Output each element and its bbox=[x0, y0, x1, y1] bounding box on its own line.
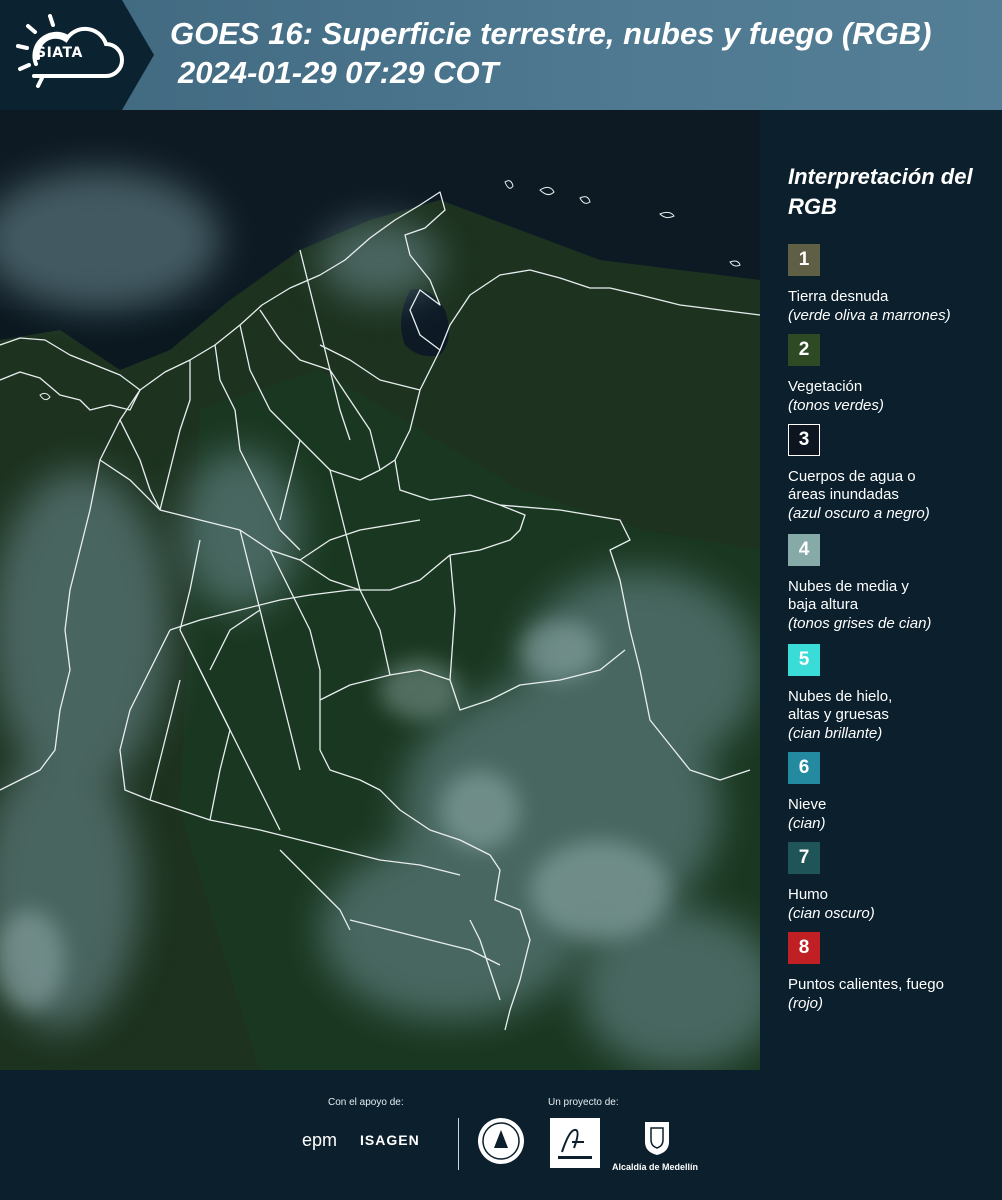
legend-note: (tonos grises de cian) bbox=[788, 615, 932, 632]
legend-item-5: 5 Nubes de hielo, altas y gruesas (cian … bbox=[788, 644, 998, 744]
legend-note: (cian brillante) bbox=[788, 725, 883, 742]
legend-note: (verde oliva a marrones) bbox=[788, 307, 951, 324]
legend-note: (rojo) bbox=[788, 995, 824, 1012]
project-label: Un proyecto de: bbox=[548, 1097, 619, 1108]
footer: Con el apoyo de: Un proyecto de: epm ISA… bbox=[0, 1070, 1002, 1200]
page-timestamp: 2024-01-29 07:29 COT bbox=[178, 55, 499, 90]
legend-label: Cuerpos de agua o áreas inundadas bbox=[788, 468, 916, 503]
legend-label: Tierra desnuda bbox=[788, 288, 889, 305]
alcaldia-emblem-icon bbox=[645, 1122, 669, 1155]
legend-swatch: 3 bbox=[788, 424, 820, 456]
siata-logo-text: SIATA bbox=[36, 45, 83, 61]
legend-label: Nubes de hielo, altas y gruesas bbox=[788, 688, 893, 723]
area-metropolitana-logo-icon bbox=[550, 1118, 600, 1168]
legend-swatch: 8 bbox=[788, 932, 820, 964]
university-seal-icon bbox=[478, 1118, 524, 1164]
legend-item-6: 6 Nieve (cian) bbox=[788, 752, 998, 834]
legend-panel: Interpretación del RGB 1 Tierra desnuda … bbox=[762, 110, 1002, 1070]
header: SIATA GOES 16: Superficie terrestre, nub… bbox=[0, 0, 1002, 110]
legend-note: (azul oscuro a negro) bbox=[788, 505, 930, 522]
legend-note: (tonos verdes) bbox=[788, 397, 884, 414]
legend-swatch: 2 bbox=[788, 334, 820, 366]
legend-label: Puntos calientes, fuego bbox=[788, 976, 944, 993]
legend-swatch: 4 bbox=[788, 534, 820, 566]
legend-item-3: 3 Cuerpos de agua o áreas inundadas (azu… bbox=[788, 424, 998, 524]
satellite-map-image bbox=[0, 110, 760, 1070]
legend-item-8: 8 Puntos calientes, fuego (rojo) bbox=[788, 932, 998, 1014]
legend-swatch: 1 bbox=[788, 244, 820, 276]
legend-note: (cian) bbox=[788, 815, 826, 832]
legend-swatch: 6 bbox=[788, 752, 820, 784]
legend-swatch: 7 bbox=[788, 842, 820, 874]
page-title: GOES 16: Superficie terrestre, nubes y f… bbox=[170, 16, 932, 51]
legend-swatch: 5 bbox=[788, 644, 820, 676]
legend-label: Humo bbox=[788, 886, 829, 903]
legend-title: Interpretación del RGB bbox=[788, 164, 973, 219]
legend-note: (cian oscuro) bbox=[788, 905, 875, 922]
legend-label: Nieve bbox=[788, 796, 827, 813]
isagen-logo: ISAGEN bbox=[360, 1132, 420, 1148]
legend-item-1: 1 Tierra desnuda (verde oliva a marrones… bbox=[788, 244, 998, 326]
satellite-map bbox=[0, 110, 760, 1070]
legend-item-2: 2 Vegetación (tonos verdes) bbox=[788, 334, 998, 416]
alcaldia-label: Alcaldía de Medellín bbox=[612, 1162, 699, 1172]
legend-item-4: 4 Nubes de media y baja altura (tonos gr… bbox=[788, 534, 998, 634]
legend-item-7: 7 Humo (cian oscuro) bbox=[788, 842, 998, 924]
epm-logo: epm bbox=[302, 1130, 338, 1150]
footer-divider bbox=[458, 1118, 459, 1170]
legend-label: Nubes de media y baja altura bbox=[788, 578, 909, 613]
legend-label: Vegetación bbox=[788, 378, 863, 395]
support-label: Con el apoyo de: bbox=[328, 1097, 404, 1108]
